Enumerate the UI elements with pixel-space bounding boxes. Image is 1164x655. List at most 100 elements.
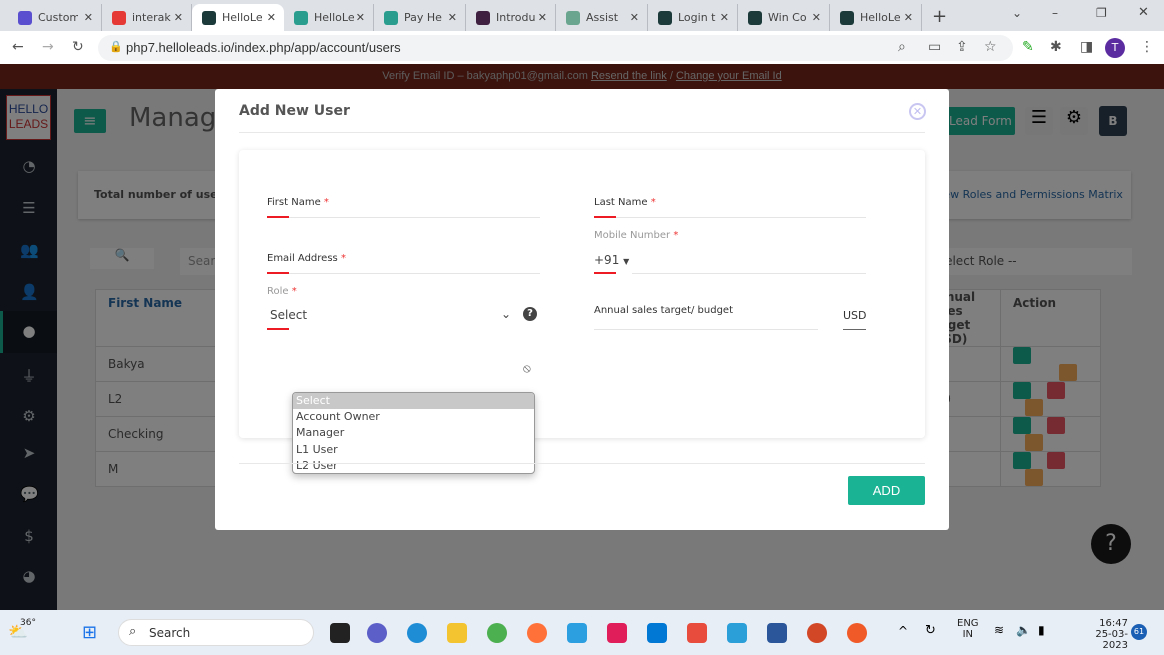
browser-tab[interactable]: HelloLe ✕	[192, 4, 284, 31]
tab-title: HelloLe	[314, 11, 354, 24]
app-icon-edge[interactable]	[407, 623, 427, 643]
app-icon-word[interactable]	[767, 623, 787, 643]
tab-title: Pay He	[404, 11, 442, 24]
role-option[interactable]: L1 User	[293, 442, 534, 458]
sync-icon[interactable]: ↻	[925, 623, 936, 638]
windows-start-icon[interactable]: ⊞	[82, 622, 97, 643]
first-name-input[interactable]	[267, 217, 540, 218]
tab-favicon-icon	[748, 10, 762, 25]
tab-close-icon[interactable]: ✕	[904, 11, 913, 24]
minimize-button[interactable]: –	[1052, 6, 1058, 20]
reload-icon[interactable]: ↻	[72, 39, 84, 55]
menu-kebab-icon[interactable]: ⋮	[1140, 39, 1154, 55]
reader-icon[interactable]: ▭	[928, 39, 941, 55]
share-icon[interactable]: ⇪	[956, 39, 968, 55]
battery-icon[interactable]: ▮	[1038, 623, 1045, 637]
divider	[239, 463, 925, 464]
tab-favicon-icon	[202, 10, 216, 25]
divider	[239, 132, 925, 133]
app-icon-slack[interactable]	[607, 623, 627, 643]
lock-icon: 🔒	[109, 41, 123, 53]
close-window-button[interactable]: ✕	[1138, 5, 1149, 20]
browser-tab[interactable]: interak ✕	[102, 4, 192, 31]
role-dropdown-list: Select Account Owner Manager L1 User L2 User	[292, 392, 535, 474]
browser-tab[interactable]: Assist ✕	[556, 4, 648, 31]
annual-target-input[interactable]	[594, 329, 818, 330]
restore-button[interactable]: ❐	[1096, 6, 1107, 20]
app-icon-firefox[interactable]	[527, 623, 547, 643]
back-icon[interactable]: ←	[12, 39, 24, 55]
side-panel-icon[interactable]: ◨	[1080, 39, 1093, 55]
tab-favicon-icon	[476, 10, 490, 25]
required-indicator	[267, 328, 289, 330]
browser-tab[interactable]: Login t ✕	[648, 4, 738, 31]
clock[interactable]: 16:47 25-03-2023	[1078, 618, 1128, 651]
profile-avatar[interactable]: T	[1105, 38, 1125, 58]
app-icon-notepad[interactable]	[727, 623, 747, 643]
new-tab-button[interactable]: +	[932, 6, 947, 27]
app-icon-widgets[interactable]	[330, 623, 350, 643]
required-indicator	[594, 216, 616, 218]
tab-close-icon[interactable]: ✕	[630, 11, 639, 24]
tab-close-icon[interactable]: ✕	[538, 11, 547, 24]
tab-close-icon[interactable]: ✕	[448, 11, 457, 24]
zoom-icon[interactable]: ⌕	[898, 39, 906, 55]
browser-tab[interactable]: Pay He ✕	[374, 4, 466, 31]
close-icon[interactable]: ✕	[909, 103, 926, 120]
email-input[interactable]	[267, 273, 540, 274]
browser-tab[interactable]: Introdu ✕	[466, 4, 556, 31]
tab-close-icon[interactable]: ✕	[812, 11, 821, 24]
app-icon-outlook[interactable]	[647, 623, 667, 643]
role-option[interactable]: L2 User	[293, 458, 534, 473]
role-option[interactable]: Account Owner	[293, 409, 534, 425]
app-icon-dolphin[interactable]	[567, 623, 587, 643]
forward-icon[interactable]: →	[42, 39, 54, 55]
volume-icon[interactable]: 🔈	[1016, 623, 1031, 637]
role-option[interactable]: Select	[293, 393, 534, 410]
wifi-icon[interactable]: ≋	[994, 623, 1004, 637]
extensions-puzzle-icon[interactable]: ✱	[1050, 39, 1062, 55]
tab-favicon-icon	[18, 10, 32, 25]
tab-close-icon[interactable]: ✕	[267, 11, 276, 24]
notification-badge[interactable]: 61	[1131, 624, 1147, 640]
url-input[interactable]: 🔒 php7.helloleads.io/index.php/app/accoun…	[98, 35, 1013, 61]
role-option[interactable]: Manager	[293, 425, 534, 441]
app-icon-other[interactable]	[847, 623, 867, 643]
tab-title: Login t	[678, 11, 716, 24]
language-indicator[interactable]: ENG IN	[957, 618, 979, 640]
app-icon-powerpoint[interactable]	[807, 623, 827, 643]
tab-search-icon[interactable]: ⌄	[1012, 6, 1022, 20]
browser-tab[interactable]: Win Co ✕	[738, 4, 830, 31]
browser-tab[interactable]: HelloLe ✕	[284, 4, 374, 31]
tab-close-icon[interactable]: ✕	[84, 11, 93, 24]
last-name-input[interactable]	[594, 217, 866, 218]
eye-slash-icon[interactable]: ⦸	[523, 361, 531, 376]
address-bar-row: ← → ↻ 🔒 php7.helloleads.io/index.php/app/…	[0, 31, 1164, 64]
add-button[interactable]: ADD	[848, 476, 925, 505]
taskbar-search[interactable]: ⌕ Search	[118, 619, 314, 646]
tab-title: Introdu	[496, 11, 536, 24]
country-code-select[interactable]: +91 ▼	[594, 253, 629, 267]
mobile-input[interactable]	[632, 273, 866, 274]
help-circle-icon[interactable]: ?	[523, 307, 537, 321]
app-icon-teams[interactable]	[367, 623, 387, 643]
bookmark-star-icon[interactable]: ☆	[984, 39, 997, 55]
app-icon-chrome[interactable]	[487, 623, 507, 643]
app-icon-explorer[interactable]	[447, 623, 467, 643]
add-user-modal: Add New User ✕ First Name * Last Name * …	[215, 89, 949, 530]
caret-down-icon: ▼	[623, 257, 630, 266]
tab-favicon-icon	[112, 10, 126, 25]
tray-chevron-icon[interactable]: ^	[898, 624, 908, 638]
email-label: Email Address *	[267, 253, 346, 264]
chevron-down-icon: ⌄	[500, 307, 511, 321]
app-icon-snipping[interactable]	[687, 623, 707, 643]
role-select[interactable]: Select ⌄	[267, 307, 511, 322]
weather-temp: 36°	[20, 618, 36, 628]
browser-tab[interactable]: Custom ✕	[8, 4, 102, 31]
tab-close-icon[interactable]: ✕	[174, 11, 183, 24]
tab-close-icon[interactable]: ✕	[720, 11, 729, 24]
tab-close-icon[interactable]: ✕	[356, 11, 365, 24]
extension-icon[interactable]: ✎	[1022, 39, 1034, 55]
taskbar: ⛅ 36° ⊞ ⌕ Search ^ ↻ ENG IN ≋ 🔈 ▮ 16:47 25-…	[0, 610, 1164, 655]
browser-tab[interactable]: HelloLe ✕	[830, 4, 922, 31]
